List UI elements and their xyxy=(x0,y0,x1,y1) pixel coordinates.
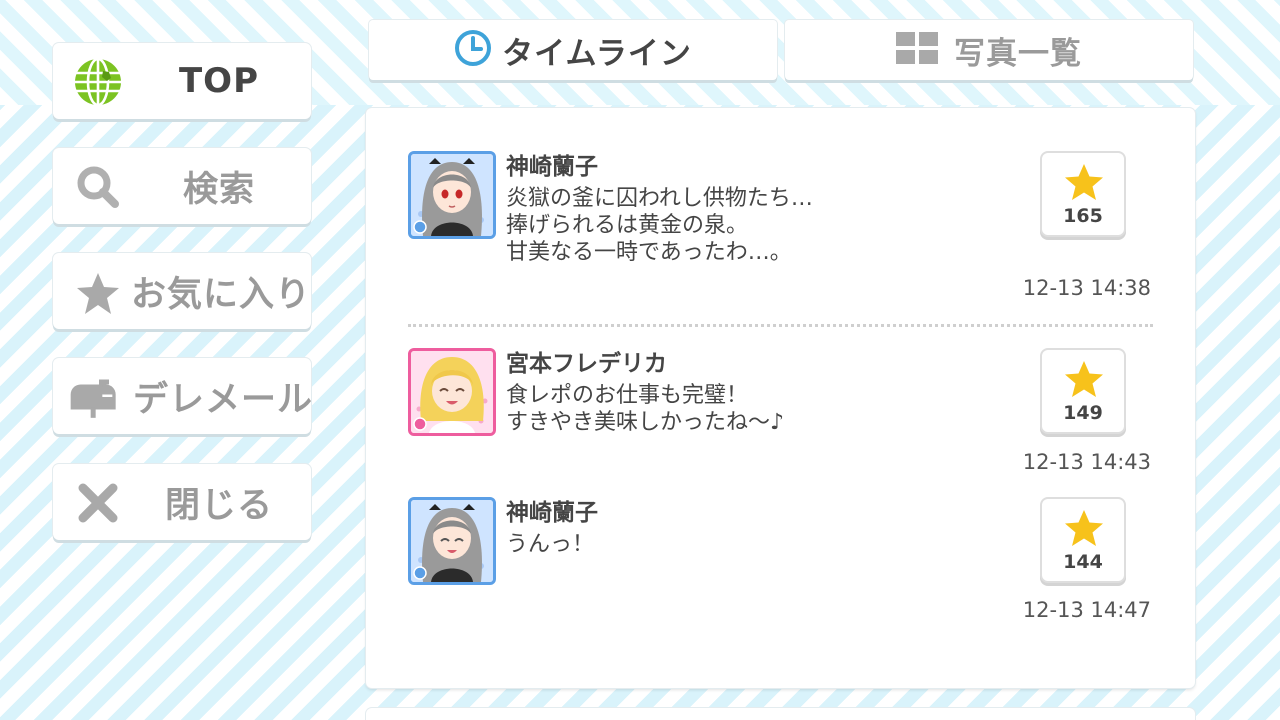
tab-timeline[interactable]: タイムライン xyxy=(369,20,777,80)
post-message-line: 甘美なる一時であったわ…。 xyxy=(506,240,792,265)
poster-name: 宮本フレデリカ xyxy=(506,351,667,377)
post-timestamp: 12-13 14:38 xyxy=(1022,276,1151,300)
tab-label: タイムライン xyxy=(502,35,692,72)
avatar-frederica[interactable] xyxy=(408,348,496,436)
sidebar-item-label: デレメール xyxy=(133,379,314,420)
search-icon xyxy=(73,162,123,212)
globe-icon xyxy=(73,57,123,107)
like-count: 144 xyxy=(1063,551,1103,573)
close-icon xyxy=(73,478,123,528)
sidebar-item-label: 閉じる xyxy=(164,485,273,526)
post-message-line: 食レポのお仕事も完璧！ xyxy=(506,383,749,408)
post-message-line: 捧げられるは黄金の泉。 xyxy=(506,213,749,238)
sidebar-item-close[interactable]: 閉じる xyxy=(53,464,311,540)
star-icon xyxy=(1063,509,1105,553)
clock-icon xyxy=(454,29,492,71)
poster-name: 神崎蘭子 xyxy=(506,154,598,180)
post-message-line: うんっ！ xyxy=(506,532,595,557)
grid-icon xyxy=(896,32,938,68)
post-timestamp: 12-13 14:43 xyxy=(1022,450,1151,474)
sidebar-item-label: 検索 xyxy=(182,169,255,210)
post-message: 食レポのお仕事も完璧！ すきやき美味しかったね～♪ xyxy=(506,382,784,436)
sidebar-item-top[interactable]: TOP xyxy=(53,43,311,119)
sidebar-item-search[interactable]: 検索 xyxy=(53,148,311,224)
avatar-ranko[interactable] xyxy=(408,497,496,585)
post-message-line: 炎獄の釜に囚われし供物たち… xyxy=(506,186,813,211)
next-panel-edge xyxy=(366,708,1195,720)
post-message: 炎獄の釜に囚われし供物たち… 捧げられるは黄金の泉。 甘美なる一時であったわ…。 xyxy=(506,185,813,266)
post-divider xyxy=(408,324,1153,327)
star-icon xyxy=(1063,360,1105,404)
like-count: 165 xyxy=(1063,205,1103,227)
star-icon xyxy=(73,269,123,319)
post-message: うんっ！ xyxy=(506,531,594,558)
post-message-line: すきやき美味しかったね～♪ xyxy=(506,410,785,435)
poster-name: 神崎蘭子 xyxy=(506,500,598,526)
like-button[interactable]: 149 xyxy=(1040,348,1126,434)
post-timestamp: 12-13 14:47 xyxy=(1022,598,1151,622)
timeline-panel: 神崎蘭子 炎獄の釜に囚われし供物たち… 捧げられるは黄金の泉。 甘美なる一時であ… xyxy=(366,108,1195,688)
star-icon xyxy=(1063,163,1105,207)
mailbox-icon xyxy=(69,372,119,422)
avatar-ranko[interactable] xyxy=(408,151,496,239)
sidebar-item-favorites[interactable]: お気に入り xyxy=(53,253,311,329)
like-button[interactable]: 165 xyxy=(1040,151,1126,237)
like-button[interactable]: 144 xyxy=(1040,497,1126,583)
sidebar-item-label: TOP xyxy=(178,61,259,101)
like-count: 149 xyxy=(1063,402,1103,424)
sidebar-item-label: お気に入り xyxy=(131,274,312,315)
tab-photo-list[interactable]: 写真一覧 xyxy=(785,20,1193,80)
sidebar-item-deremail[interactable]: デレメール xyxy=(53,358,314,434)
tab-label: 写真一覧 xyxy=(954,35,1082,72)
